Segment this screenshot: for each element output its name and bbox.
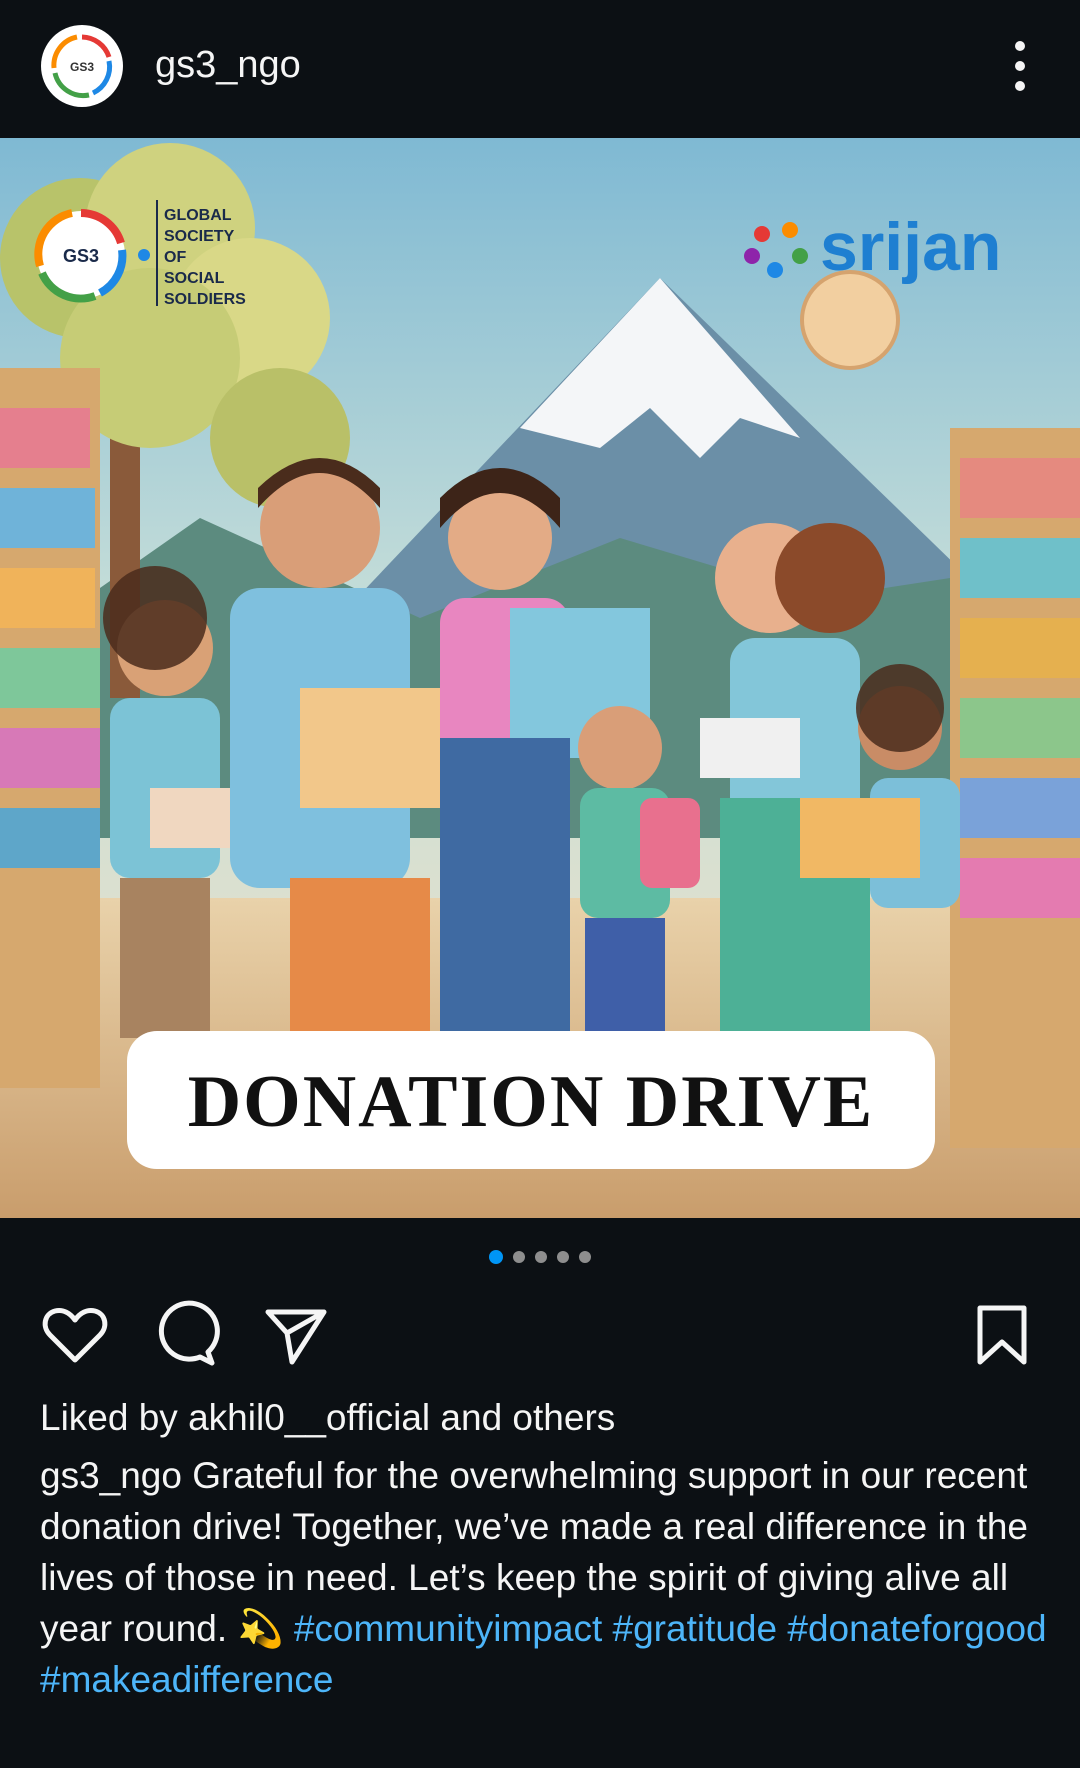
action-bar <box>0 1300 1080 1370</box>
more-options-icon[interactable] <box>1000 34 1040 98</box>
send-icon[interactable] <box>260 1300 330 1370</box>
carousel-dot <box>513 1250 525 1263</box>
post-image[interactable]: GS3 GLOBAL SOCIETY OF SOCIAL SOLDIERS sr… <box>0 138 1080 1218</box>
carousel-indicator <box>0 1248 1080 1268</box>
svg-text:srijan: srijan <box>820 209 1001 285</box>
carousel-dot-active <box>489 1249 503 1264</box>
banner-text: DONATION DRIVE <box>188 1061 875 1143</box>
caption-username[interactable]: gs3_ngo <box>40 1455 182 1496</box>
carousel-dot <box>579 1250 591 1263</box>
header-username[interactable]: gs3_ngo <box>155 44 301 87</box>
svg-text:GS3: GS3 <box>63 246 99 266</box>
likes-prefix: Liked by <box>40 1397 189 1438</box>
svg-text:GS3: GS3 <box>70 60 94 74</box>
liked-by-user[interactable]: akhil0__official <box>188 1397 430 1438</box>
bookmark-icon[interactable] <box>968 1300 1038 1370</box>
post-header: GS3 gs3_ngo <box>0 0 1080 138</box>
carousel-dot <box>535 1250 547 1263</box>
post-caption: gs3_ngo Grateful for the overwhelming su… <box>40 1450 1050 1705</box>
comment-icon[interactable] <box>150 1300 220 1370</box>
carousel-dot <box>557 1250 569 1263</box>
likes-summary[interactable]: Liked by akhil0__official and others <box>40 1397 615 1439</box>
likes-suffix: and others <box>430 1397 616 1438</box>
profile-avatar[interactable]: GS3 <box>41 25 123 107</box>
heart-icon[interactable] <box>40 1300 110 1370</box>
